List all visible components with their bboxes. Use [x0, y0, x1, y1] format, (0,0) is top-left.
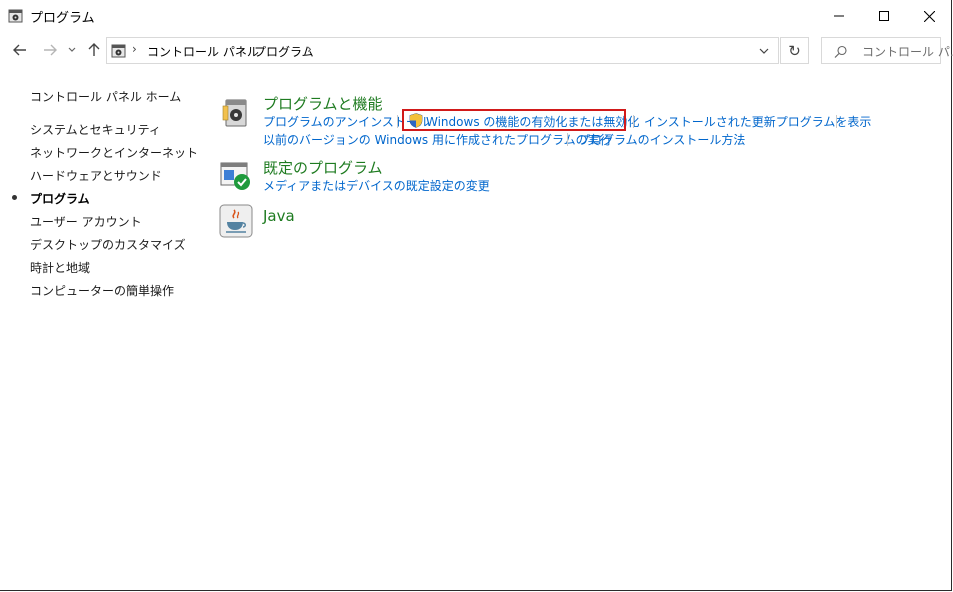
address-bar[interactable]: › コントロール パネル › プログラム ›	[106, 37, 779, 64]
link-separator	[633, 115, 634, 128]
minimize-icon	[834, 15, 844, 17]
highlight-box	[402, 109, 626, 131]
chevron-down-icon	[68, 47, 76, 52]
programs-features-icon[interactable]	[220, 96, 254, 130]
category-programs-features-title[interactable]: プログラムと機能	[263, 93, 383, 114]
sidebar-control-panel-home[interactable]: コントロール パネル ホーム	[30, 88, 181, 105]
minimize-button[interactable]	[816, 0, 862, 32]
maximize-button[interactable]	[861, 0, 907, 32]
address-dropdown-button[interactable]	[755, 43, 773, 59]
back-button[interactable]	[10, 40, 30, 60]
sidebar-item-network[interactable]: ネットワークとインターネット	[30, 144, 198, 161]
title-bar: プログラム	[0, 0, 953, 32]
sidebar-item-ease-of-access[interactable]: コンピューターの簡単操作	[30, 282, 174, 299]
link-separator	[397, 115, 398, 128]
arrow-right-icon	[44, 44, 57, 56]
link-how-to-install[interactable]: プログラムのインストール方法	[578, 131, 745, 148]
sidebar-item-desktop-customization[interactable]: デスクトップのカスタマイズ	[30, 236, 186, 253]
recent-locations-button[interactable]	[66, 40, 78, 60]
arrow-up-icon	[88, 43, 100, 56]
link-separator	[836, 115, 837, 128]
breadcrumb-separator[interactable]: ›	[132, 42, 137, 56]
control-panel-programs-icon	[8, 8, 24, 24]
arrow-left-icon	[13, 44, 26, 56]
forward-button[interactable]	[40, 40, 60, 60]
link-separator	[567, 133, 568, 146]
navigation-bar: › コントロール パネル › プログラム › ↻ コントロール パ...	[0, 34, 953, 68]
search-box[interactable]: コントロール パ...	[821, 37, 953, 64]
refresh-icon: ↻	[788, 41, 801, 60]
active-bullet	[12, 195, 17, 200]
breadcrumb-programs[interactable]: プログラム	[254, 43, 314, 60]
close-button[interactable]	[906, 0, 952, 32]
close-icon	[923, 10, 935, 22]
java-icon[interactable]	[219, 204, 253, 238]
refresh-button[interactable]: ↻	[780, 37, 809, 64]
sidebar-item-user-accounts[interactable]: ユーザー アカウント	[30, 213, 142, 230]
up-button[interactable]	[86, 40, 102, 60]
category-default-programs-title[interactable]: 既定のプログラム	[263, 157, 383, 178]
sidebar-item-programs[interactable]: プログラム	[30, 190, 90, 207]
breadcrumb-separator[interactable]: ›	[239, 42, 244, 56]
search-placeholder: コントロール パ...	[862, 45, 953, 59]
control-panel-icon	[111, 43, 127, 59]
sidebar-item-hardware-sound[interactable]: ハードウェアとサウンド	[30, 167, 162, 184]
breadcrumb-separator[interactable]: ›	[307, 42, 312, 56]
link-view-installed-updates[interactable]: インストールされた更新プログラムを表示	[644, 113, 871, 130]
link-change-media-defaults[interactable]: メディアまたはデバイスの既定設定の変更	[263, 177, 490, 194]
chevron-down-icon	[759, 48, 769, 54]
default-programs-icon[interactable]	[219, 160, 253, 194]
search-icon	[834, 44, 848, 58]
maximize-icon	[879, 11, 889, 21]
sidebar-item-clock-region[interactable]: 時計と地域	[30, 259, 90, 276]
link-run-older-programs[interactable]: 以前のバージョンの Windows 用に作成されたプログラムの実行	[263, 131, 612, 148]
category-java-title[interactable]: Java	[263, 207, 295, 225]
window-title: プログラム	[30, 11, 95, 26]
sidebar-item-system-security[interactable]: システムとセキュリティ	[30, 121, 161, 138]
